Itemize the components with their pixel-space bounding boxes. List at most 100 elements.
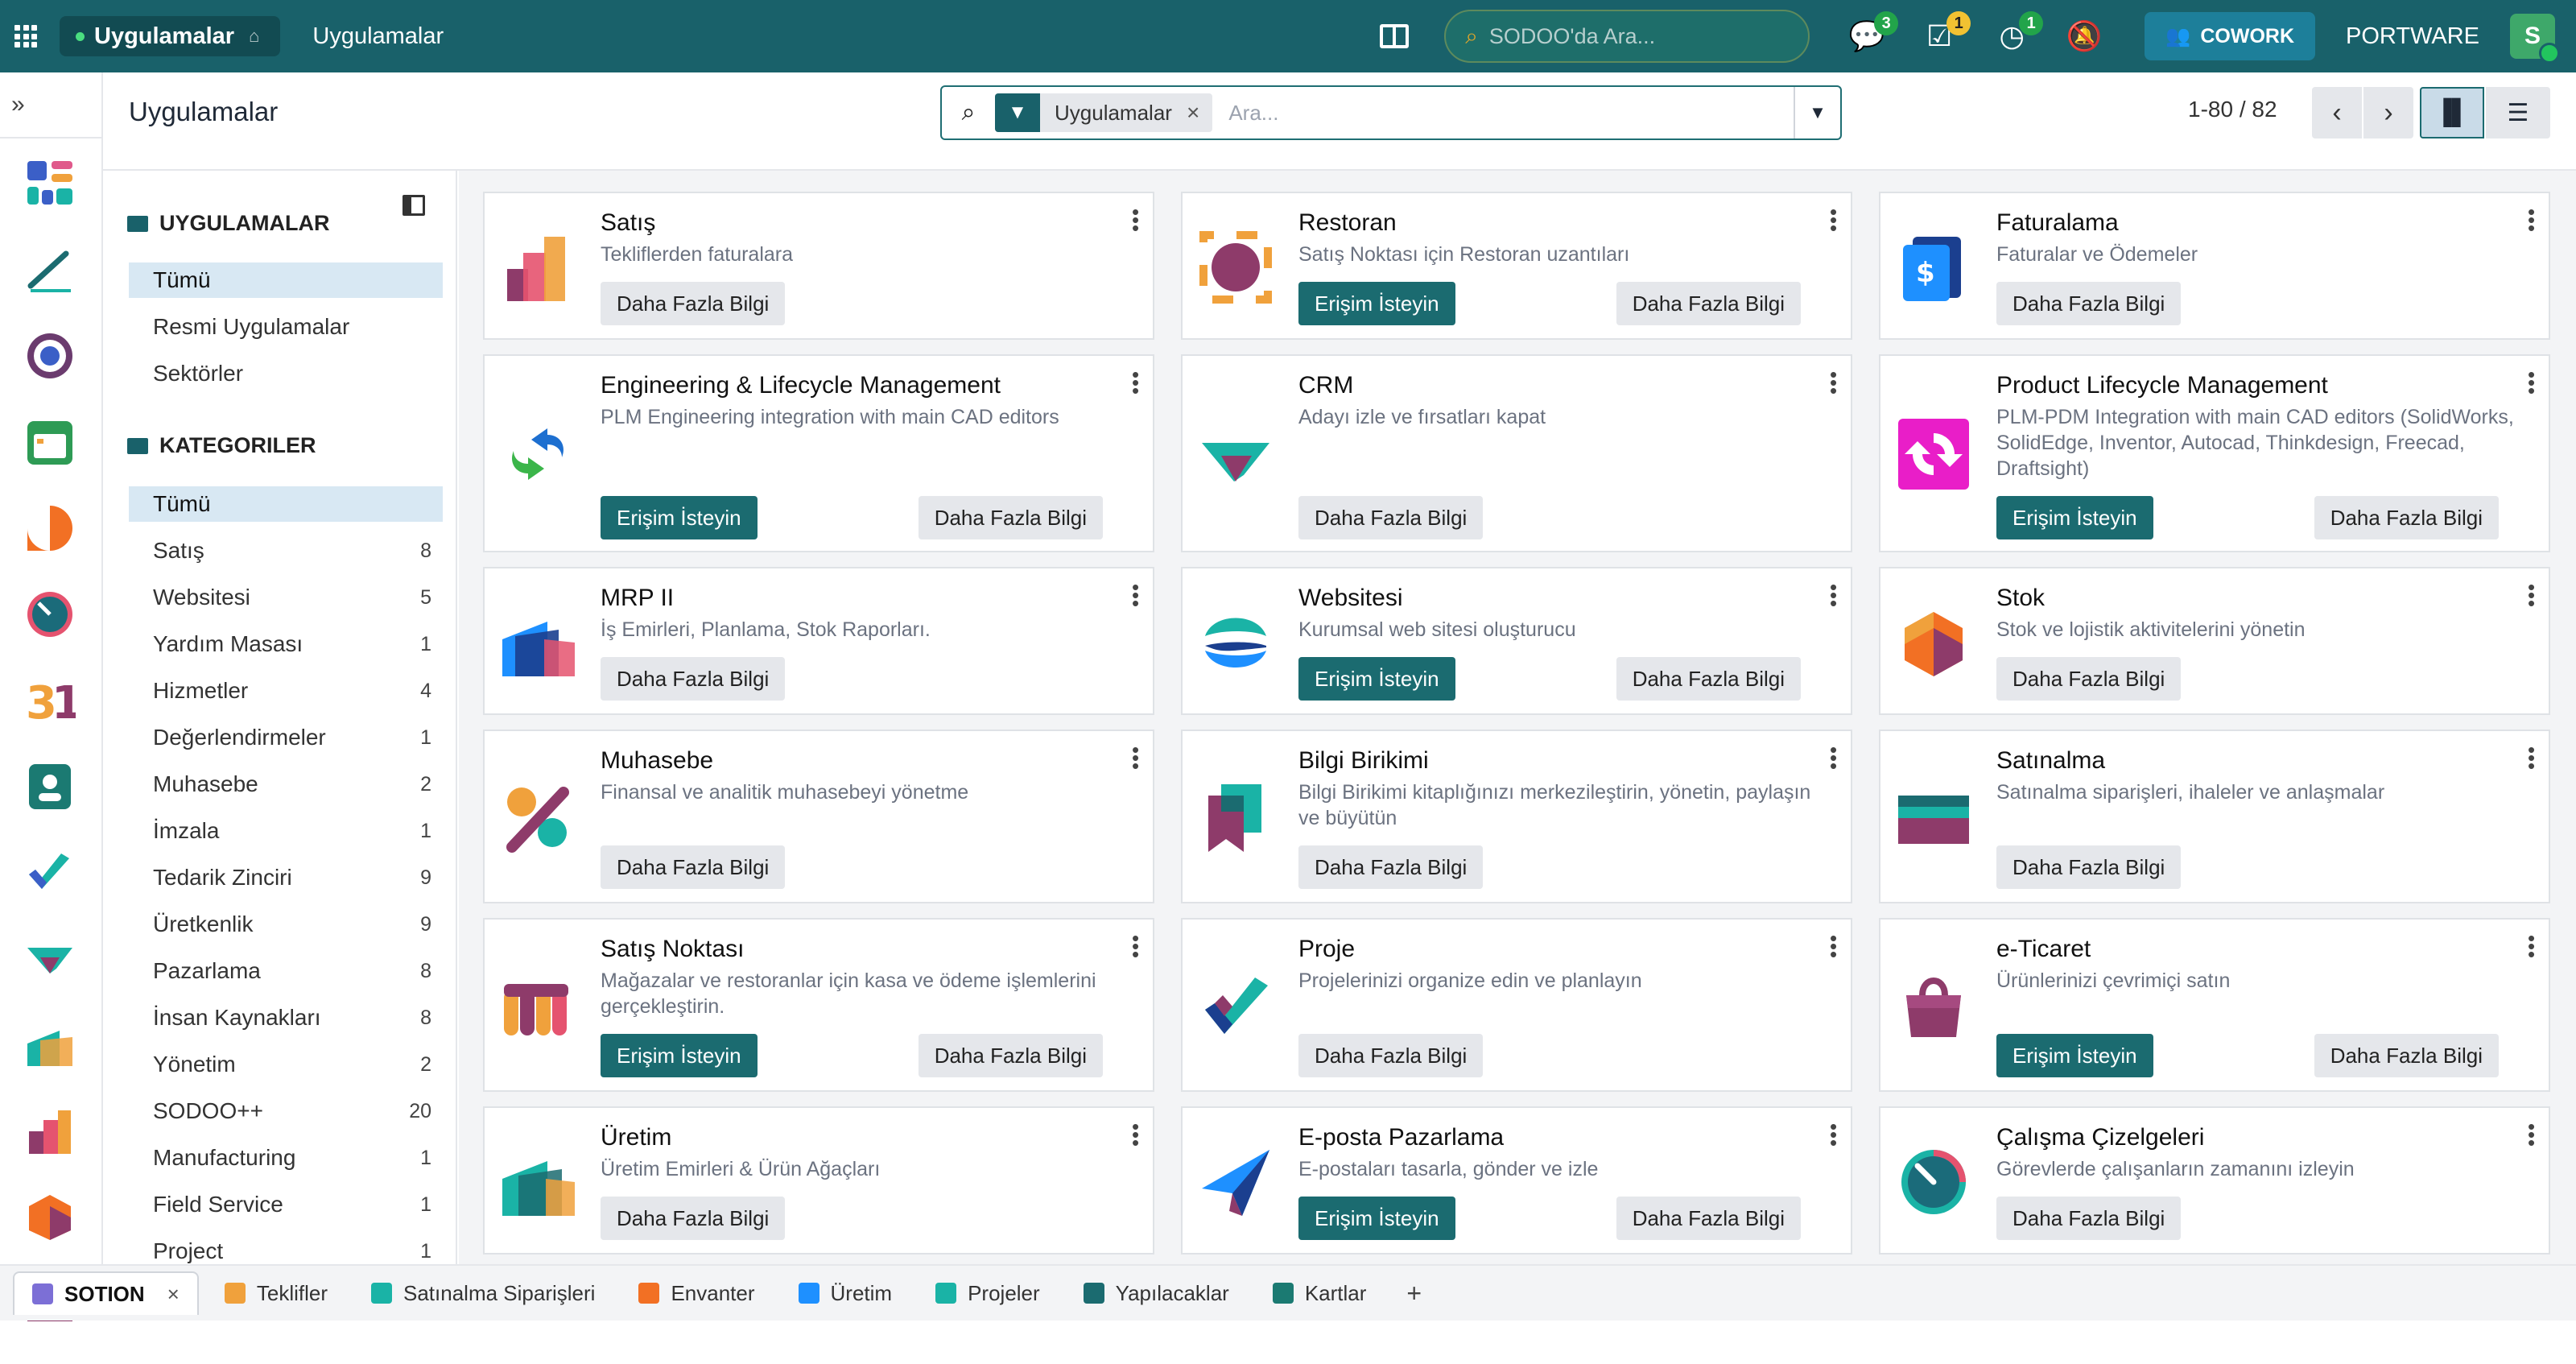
learn-more-button[interactable]: Daha Fazla Bilgi (1996, 657, 2182, 701)
category-filter-item[interactable]: Üretkenlik 9 (129, 907, 443, 942)
category-filter-item[interactable]: İnsan Kaynakları 8 (129, 1000, 443, 1035)
app-card[interactable]: Engineering & Lifecycle Management PLM En… (483, 354, 1154, 552)
bottom-tab[interactable]: SOTION × (13, 1271, 199, 1315)
learn-more-button[interactable]: Daha Fazla Bilgi (2314, 496, 2499, 539)
apps-filter-item[interactable]: Tümü (129, 262, 443, 298)
rail-mrp-icon[interactable] (24, 1019, 76, 1071)
request-access-button[interactable]: Erişim İsteyin (601, 1034, 758, 1077)
search-options-chevron-down-icon[interactable]: ▼ (1794, 87, 1840, 138)
request-access-button[interactable]: Erişim İsteyin (1298, 1197, 1455, 1240)
kanban-view-button[interactable]: ▐▌ (2420, 87, 2484, 138)
pager-previous-button[interactable]: ‹ (2312, 87, 2362, 138)
close-tab-icon[interactable]: × (167, 1282, 180, 1307)
app-card[interactable]: e-Ticaret Ürünlerinizi çevrimiçi satın • • •… (1879, 918, 2550, 1092)
learn-more-button[interactable]: Daha Fazla Bilgi (1616, 282, 1801, 325)
kebab-menu-icon[interactable]: • • • (2528, 928, 2535, 965)
learn-more-button[interactable]: Daha Fazla Bilgi (1996, 1197, 2182, 1240)
app-card[interactable]: Product Lifecycle Management PLM-PDM Inte… (1879, 354, 2550, 552)
category-filter-item[interactable]: İmzala 1 (129, 813, 443, 849)
learn-more-button[interactable]: Daha Fazla Bilgi (1996, 845, 2182, 889)
app-menu-grid-icon[interactable] (14, 25, 37, 48)
expand-rail-icon[interactable]: » (0, 72, 101, 138)
rail-inventory-icon[interactable] (24, 1192, 76, 1243)
kebab-menu-icon[interactable]: • • • (2528, 739, 2535, 776)
current-app-pill[interactable]: Uygulamalar ⌂ (60, 16, 281, 56)
category-filter-item[interactable]: SODOO++ 20 (129, 1093, 443, 1129)
global-search-input[interactable]: ⌕ SODOO'da Ara... (1444, 10, 1810, 63)
rail-project-icon[interactable] (24, 847, 76, 899)
top-menu-title[interactable]: Uygulamalar (312, 23, 444, 50)
app-card[interactable]: Stok Stok ve lojistik aktivitelerini yöne… (1879, 567, 2550, 715)
app-card[interactable]: Proje Projelerinizi organize edin ve plan… (1181, 918, 1852, 1092)
kebab-menu-icon[interactable]: • • • (2528, 364, 2535, 401)
app-card[interactable]: Restoran Satış Noktası için Restoran uzan… (1181, 192, 1852, 340)
rail-calendar-green-icon[interactable] (24, 416, 76, 468)
rail-contacts-icon[interactable] (24, 761, 76, 812)
kebab-menu-icon[interactable]: • • • (1830, 201, 1837, 238)
remove-facet-icon[interactable]: × (1187, 100, 1212, 126)
category-filter-item[interactable]: Hizmetler 4 (129, 673, 443, 709)
kebab-menu-icon[interactable]: • • • (1830, 928, 1837, 965)
app-card[interactable]: CRM Adayı izle ve fırsatları kapat • • • Daha… (1181, 354, 1852, 552)
learn-more-button[interactable]: Daha Fazla Bilgi (1996, 282, 2182, 325)
messages-icon[interactable]: 💬 3 (1848, 11, 1899, 55)
kebab-menu-icon[interactable]: • • • (2528, 201, 2535, 238)
search-input[interactable]: Ara... (1212, 101, 1794, 126)
learn-more-button[interactable]: Daha Fazla Bilgi (601, 282, 786, 325)
collapse-panel-icon[interactable] (402, 195, 425, 216)
activities-icon[interactable]: ☑ 1 (1921, 11, 1971, 55)
app-card[interactable]: Satış Noktası Mağazalar ve restoranlar iç… (483, 918, 1154, 1092)
bottom-tab[interactable]: Kartlar (1255, 1271, 1385, 1315)
category-filter-item[interactable]: Yardım Masası 1 (129, 626, 443, 662)
rail-discuss-icon[interactable] (24, 330, 76, 382)
app-card[interactable]: Websitesi Kurumsal web sitesi oluşturucu •… (1181, 567, 1852, 715)
rail-calendar-31-icon[interactable]: 31 (24, 675, 83, 730)
app-card[interactable]: Satınalma Satınalma siparişleri, ihaleler… (1879, 730, 2550, 903)
learn-more-button[interactable]: Daha Fazla Bilgi (601, 1197, 786, 1240)
learn-more-button[interactable]: Daha Fazla Bilgi (2314, 1034, 2499, 1077)
bottom-tab[interactable]: Teklifler (207, 1271, 345, 1315)
cowork-button[interactable]: 👥 COWORK (2145, 12, 2316, 60)
app-card[interactable]: $ Faturalama Faturalar ve Ödemeler • • • Daha … (1879, 192, 2550, 340)
add-tab-icon[interactable]: + (1406, 1279, 1422, 1308)
category-filter-item[interactable]: Field Service 1 (129, 1187, 443, 1222)
learn-more-button[interactable]: Daha Fazla Bilgi (1616, 657, 1801, 701)
category-filter-item[interactable]: Tedarik Zinciri 9 (129, 860, 443, 895)
rail-sales-icon[interactable] (24, 1106, 76, 1157)
apps-filter-item[interactable]: Resmi Uygulamalar (129, 309, 443, 345)
learn-more-button[interactable]: Daha Fazla Bilgi (918, 496, 1103, 539)
rail-livechat-icon[interactable] (24, 502, 76, 554)
learn-more-button[interactable]: Daha Fazla Bilgi (1298, 845, 1484, 889)
learn-more-button[interactable]: Daha Fazla Bilgi (1616, 1197, 1801, 1240)
request-access-button[interactable]: Erişim İsteyin (1996, 496, 2153, 539)
kebab-menu-icon[interactable]: • • • (1830, 577, 1837, 614)
list-view-button[interactable]: ☰ (2486, 87, 2550, 138)
app-card[interactable]: Bilgi Birikimi Bilgi Birikimi kitaplığını… (1181, 730, 1852, 903)
kebab-menu-icon[interactable]: • • • (1132, 201, 1139, 238)
request-access-button[interactable]: Erişim İsteyin (601, 496, 758, 539)
request-access-button[interactable]: Erişim İsteyin (1298, 657, 1455, 701)
company-switcher[interactable]: PORTWARE (2346, 23, 2479, 50)
request-access-button[interactable]: Erişim İsteyin (1298, 282, 1455, 325)
documentation-book-icon[interactable] (1380, 24, 1410, 48)
do-not-disturb-icon[interactable]: 🔕 (2066, 18, 2103, 55)
bottom-tab[interactable]: Satınalma Siparişleri (353, 1271, 613, 1315)
category-filter-item[interactable]: Pazarlama 8 (129, 953, 443, 989)
app-card[interactable]: Çalışma Çizelgeleri Görevlerde çalışanlar… (1879, 1106, 2550, 1254)
app-card[interactable]: MRP II İş Emirleri, Planlama, Stok Raporl… (483, 567, 1154, 715)
kebab-menu-icon[interactable]: • • • (1830, 364, 1837, 401)
request-access-button[interactable]: Erişim İsteyin (1996, 1034, 2153, 1077)
kebab-menu-icon[interactable]: • • • (2528, 577, 2535, 614)
app-card[interactable]: E-posta Pazarlama E-postaları tasarla, gö… (1181, 1106, 1852, 1254)
bottom-tab[interactable]: Üretim (781, 1271, 910, 1315)
bottom-tab[interactable]: Yapılacaklar (1066, 1271, 1247, 1315)
rail-timesheet-icon[interactable] (24, 589, 76, 640)
learn-more-button[interactable]: Daha Fazla Bilgi (918, 1034, 1103, 1077)
rail-todo-icon[interactable] (24, 244, 76, 296)
timer-icon[interactable]: ◷ 1 (1993, 11, 2044, 55)
learn-more-button[interactable]: Daha Fazla Bilgi (601, 657, 786, 701)
kebab-menu-icon[interactable]: • • • (1132, 928, 1139, 965)
category-filter-item[interactable]: Manufacturing 1 (129, 1140, 443, 1176)
app-card[interactable]: Satış Tekliflerden faturalara • • • Daha Fazl… (483, 192, 1154, 340)
app-card[interactable]: Muhasebe Finansal ve analitik muhasebeyi … (483, 730, 1154, 903)
